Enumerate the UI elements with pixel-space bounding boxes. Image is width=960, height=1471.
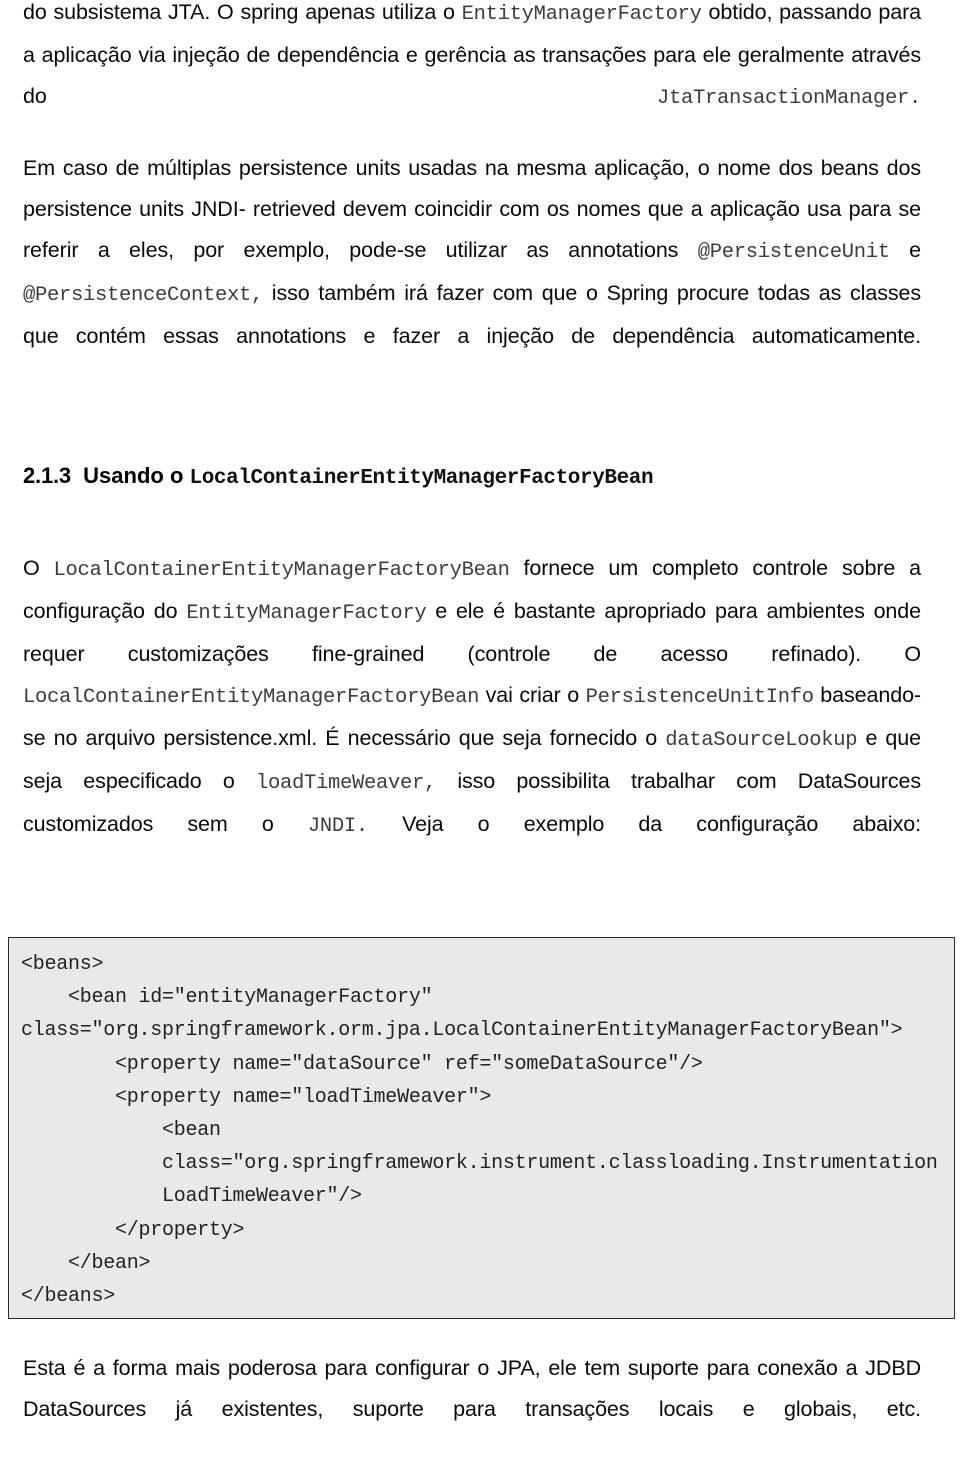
code-span-persistenceunitinfo: PersistenceUnitInfo [585,686,814,709]
paragraph-text-segment: vai criar o [479,683,586,707]
paragraph-text-segment: O [23,556,54,580]
heading-number: 2.1.3 [23,463,71,488]
code-span-entitymanagerfactory-2: EntityManagerFactory [186,602,427,625]
paragraph-persistence-units: Em caso de múltiplas persistence units u… [23,148,921,398]
paragraph-conclusion: Esta é a forma mais poderosa para config… [23,1348,921,1471]
paragraph-text-segment: Esta é a forma mais poderosa para config… [23,1356,858,1380]
code-span-localcontainerentitymanagerfactorybean-2: LocalContainerEntityManagerFactoryBean [23,686,480,709]
heading-label: Usando o [83,463,184,488]
xml-code-block: <beans> <bean id="entityManagerFactory" … [8,937,955,1319]
code-block-content: <beans> <bean id="entityManagerFactory" … [21,953,938,1309]
paragraph-text-segment: e [889,238,921,262]
paragraph-jta-intro: do subsistema JTA. O spring apenas utili… [23,0,921,160]
paragraph-text-segment: Veja o exemplo da configuração abaixo: [367,812,921,836]
code-span-jtatransactionmanager: JtaTransactionManager. [656,87,921,110]
code-span-entitymanagerfactory: EntityManagerFactory [461,3,702,26]
code-span-loadtimeweaver: loadTimeWeaver, [256,772,437,795]
heading-classname: LocalContainerEntityManagerFactoryBean [189,467,654,490]
section-heading-2-1-3: 2.1.3 Usando o LocalContainerEntityManag… [23,459,921,496]
code-span-localcontainerentitymanagerfactorybean-1: LocalContainerEntityManagerFactoryBean [53,559,510,582]
paragraph-localcontainer-description: O LocalContainerEntityManagerFactoryBean… [23,548,921,888]
code-span-datasourcelookup: dataSourceLookup [665,729,858,752]
code-span-persistenceunit: @PersistenceUnit [697,241,890,264]
document-page: do subsistema JTA. O spring apenas utili… [0,0,960,1434]
code-span-persistencecontext: @PersistenceContext, [23,284,264,307]
paragraph-text-segment: do subsistema JTA. O spring apenas utili… [23,0,462,24]
code-span-jndi: JNDI. [307,815,368,838]
